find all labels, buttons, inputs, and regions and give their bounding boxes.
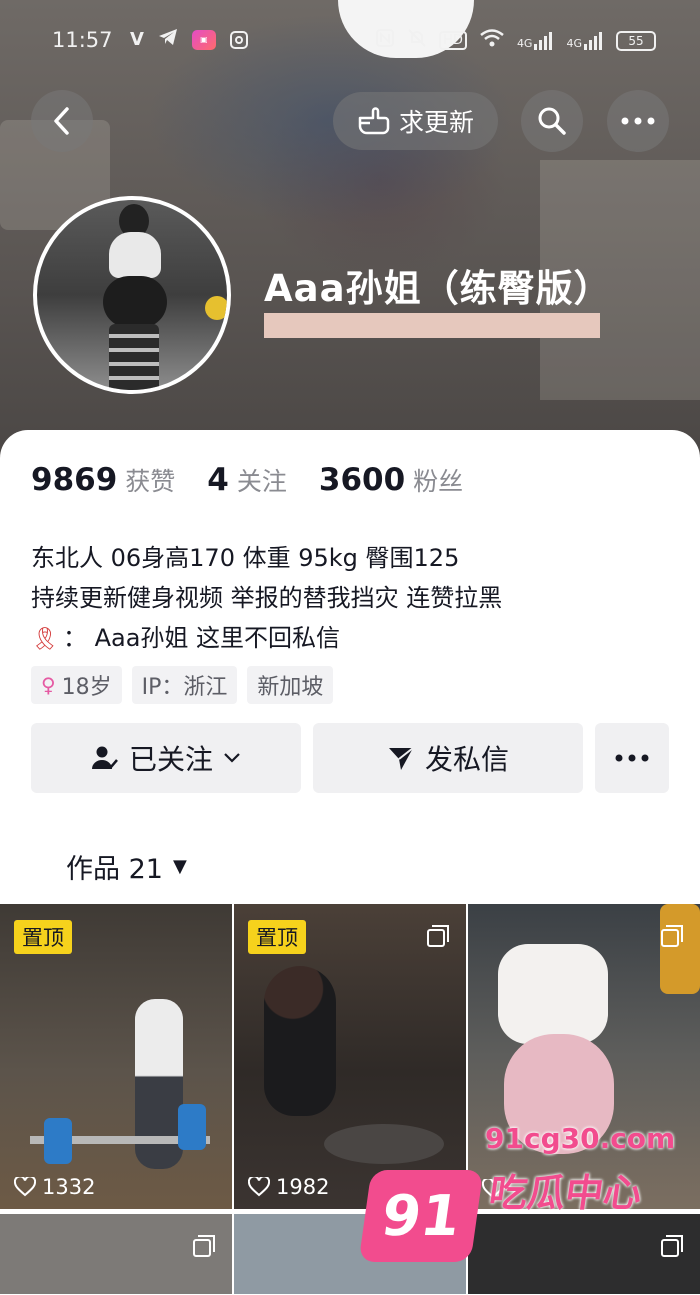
send-message-label: 发私信 bbox=[424, 743, 509, 776]
status-right-icons: HD 4G 4G 55 bbox=[375, 28, 656, 53]
likes-stat[interactable]: 9869 获赞 bbox=[31, 462, 175, 498]
likes-count: 9869 bbox=[31, 462, 118, 498]
instagram-icon bbox=[229, 30, 248, 49]
heart-icon bbox=[14, 1177, 36, 1197]
ribbon-icon: 🎗 bbox=[31, 627, 59, 652]
thumbnail-figure bbox=[264, 966, 336, 1116]
avatar-figure-legs bbox=[109, 324, 159, 390]
bio: 东北人 06身高170 体重 95kg 臀围125 持续更新健身视频 举报的替我… bbox=[31, 538, 502, 660]
stats-row: 9869 获赞 4 关注 3600 粉丝 bbox=[31, 462, 463, 498]
ip-tag: IP：浙江 bbox=[131, 666, 238, 704]
female-icon: ♀ bbox=[41, 673, 56, 697]
video-thumbnail[interactable]: 置顶 1332 bbox=[0, 904, 232, 1209]
like-count-value: 1982 bbox=[276, 1175, 330, 1199]
v-icon: V bbox=[130, 29, 144, 50]
location-tag: 新加坡 bbox=[247, 666, 334, 704]
profile-header: 11:57 V ▣ HD 4G 4G 55 求更新 Aaa孙姐（练臀版） bbox=[0, 0, 700, 470]
caret-down-icon: ▼ bbox=[172, 856, 187, 877]
more-actions-button[interactable] bbox=[595, 723, 669, 793]
multi-image-icon bbox=[193, 1235, 215, 1257]
mute-icon bbox=[407, 28, 427, 53]
watermark: 91 91cg30.com 吃瓜中心 bbox=[358, 1120, 685, 1270]
video-thumbnail[interactable] bbox=[0, 1214, 232, 1294]
wifi-icon bbox=[479, 28, 505, 53]
network-type-2: 4G bbox=[566, 36, 582, 50]
avatar-figure-top bbox=[109, 232, 161, 278]
user-check-icon bbox=[91, 746, 118, 769]
thumbnail-figure bbox=[498, 944, 608, 1044]
hd-icon: HD bbox=[439, 31, 467, 50]
chevron-left-icon bbox=[54, 107, 69, 135]
like-count-value: 1332 bbox=[42, 1175, 96, 1199]
chevron-down-icon bbox=[224, 753, 240, 763]
4g-signal-icon: 4G bbox=[516, 31, 555, 50]
search-icon bbox=[538, 107, 566, 135]
redaction-bar bbox=[264, 313, 600, 338]
thumbnail-plate bbox=[178, 1104, 206, 1150]
age-label: 18岁 bbox=[61, 675, 112, 700]
bio-line-3: ： Aaa孙姐 这里不回私信 bbox=[62, 624, 341, 652]
tab-works[interactable]: 作品 21 ▼ bbox=[66, 847, 187, 886]
pointing-hand-icon bbox=[358, 107, 390, 135]
status-time: 11:57 bbox=[52, 28, 113, 52]
avatar-figure-hips bbox=[103, 276, 167, 328]
likes-label: 获赞 bbox=[125, 467, 176, 496]
following-stat[interactable]: 4 关注 bbox=[207, 462, 287, 498]
status-bar: 11:57 V ▣ HD 4G 4G 55 bbox=[0, 24, 700, 60]
age-tag: ♀ 18岁 bbox=[31, 666, 122, 704]
back-button[interactable] bbox=[31, 90, 93, 152]
following-button[interactable]: 已关注 bbox=[31, 723, 301, 793]
followers-label: 粉丝 bbox=[413, 467, 464, 496]
bio-line-3-wrap: 🎗： Aaa孙姐 这里不回私信 bbox=[31, 618, 502, 660]
battery-indicator: 55 bbox=[616, 30, 656, 51]
avatar[interactable] bbox=[33, 196, 231, 394]
request-update-button[interactable]: 求更新 bbox=[333, 92, 498, 150]
search-button[interactable] bbox=[521, 90, 583, 152]
bio-line-2: 持续更新健身视频 举报的替我挡灾 连赞拉黑 bbox=[31, 584, 503, 612]
pinned-badge: 置顶 bbox=[248, 920, 306, 954]
app-icon: ▣ bbox=[191, 29, 216, 50]
pinned-badge: 置顶 bbox=[14, 920, 72, 954]
avatar-gym-equipment bbox=[205, 296, 227, 320]
status-left-icons: V ▣ bbox=[130, 28, 248, 51]
profile-name: Aaa孙姐（练臀版） bbox=[264, 267, 612, 310]
thumbnail-plate bbox=[44, 1118, 72, 1164]
like-count: 1332 bbox=[14, 1175, 95, 1199]
heart-icon bbox=[248, 1177, 270, 1197]
multi-image-icon bbox=[661, 925, 683, 947]
watermark-badge: 91 bbox=[358, 1170, 484, 1262]
following-label: 关注 bbox=[236, 467, 287, 496]
network-type-1: 4G bbox=[516, 36, 533, 50]
bio-line-1: 东北人 06身高170 体重 95kg 臀围125 bbox=[31, 544, 460, 572]
more-dots-icon bbox=[615, 754, 649, 762]
nfc-icon bbox=[375, 28, 395, 53]
thumbnail-plate bbox=[660, 904, 700, 994]
followers-stat[interactable]: 3600 粉丝 bbox=[319, 462, 463, 498]
following-count: 4 bbox=[207, 462, 229, 498]
multi-image-icon bbox=[427, 925, 449, 947]
following-button-label: 已关注 bbox=[128, 743, 213, 776]
watermark-text: 吃瓜中心 bbox=[486, 1171, 645, 1215]
tab-works-label: 作品 21 bbox=[66, 854, 163, 885]
like-count: 1982 bbox=[248, 1175, 329, 1199]
telegram-icon bbox=[158, 28, 178, 51]
action-row: 已关注 发私信 bbox=[31, 723, 669, 793]
more-dots-icon bbox=[621, 117, 655, 125]
followers-count: 3600 bbox=[318, 462, 406, 498]
4g-signal-icon: 4G bbox=[566, 31, 604, 50]
tag-row: ♀ 18岁 IP：浙江 新加坡 bbox=[31, 666, 334, 704]
more-options-button[interactable] bbox=[607, 90, 669, 152]
watermark-url: 91cg30.com bbox=[485, 1122, 676, 1155]
send-icon bbox=[388, 747, 414, 770]
request-update-label: 求更新 bbox=[398, 108, 474, 137]
send-message-button[interactable]: 发私信 bbox=[313, 723, 583, 793]
